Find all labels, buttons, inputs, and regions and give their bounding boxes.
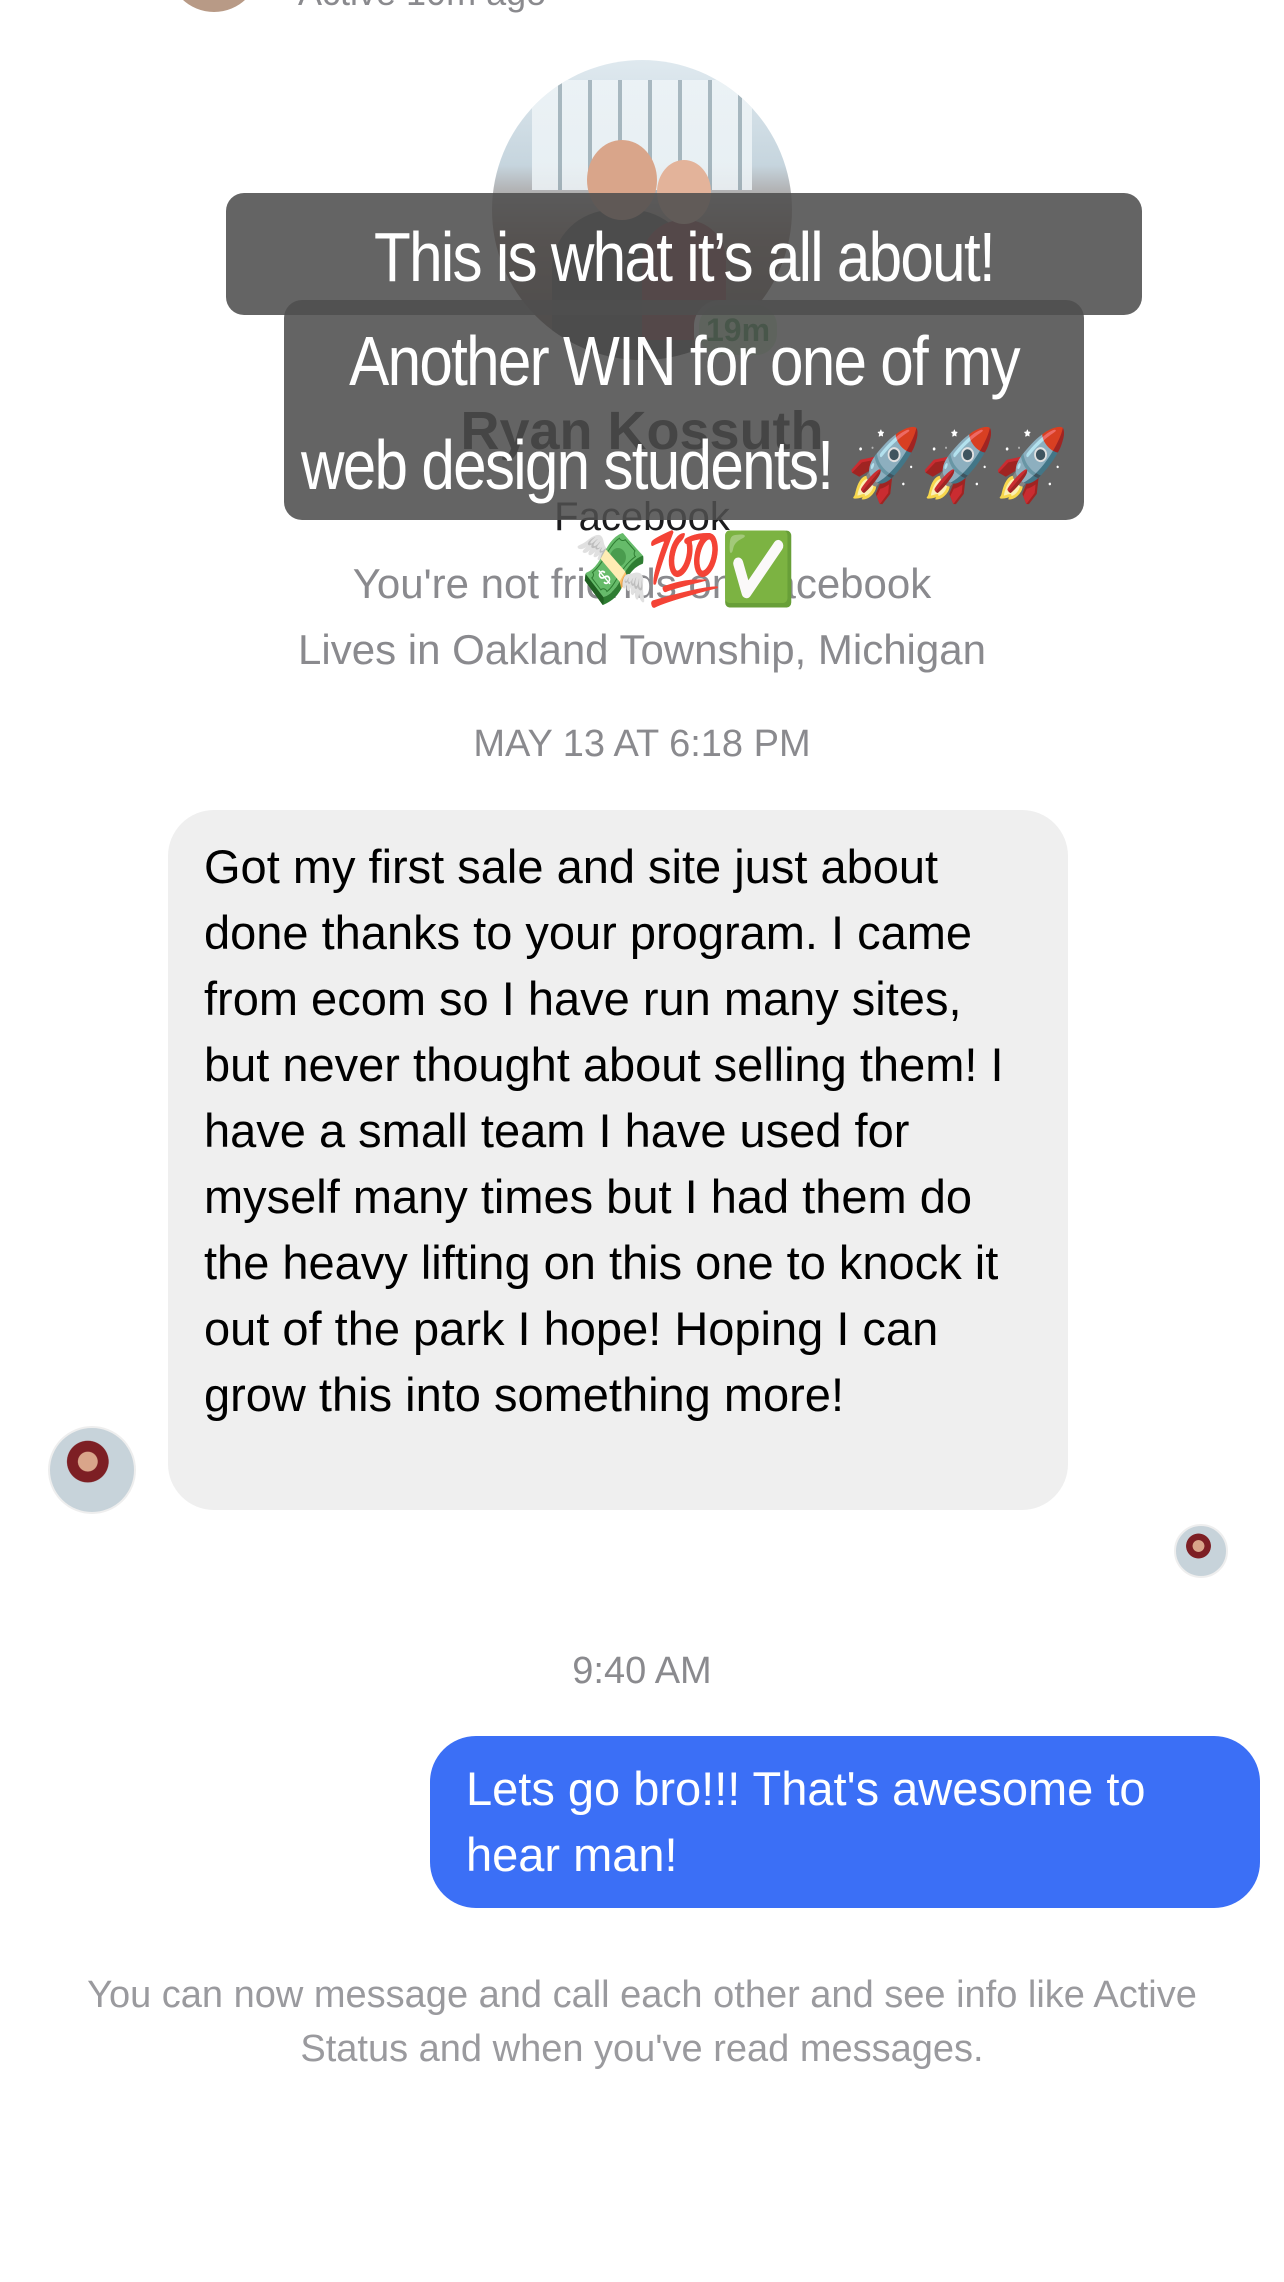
message-timestamp: 9:40 AM: [572, 1650, 712, 1692]
incoming-message-bubble[interactable]: Got my first sale and site just about do…: [168, 810, 1068, 1510]
outgoing-message-bubble[interactable]: Lets go bro!!! That's awesome to hear ma…: [430, 1736, 1260, 1908]
message-timestamp: MAY 13 AT 6:18 PM: [473, 723, 811, 765]
header-avatar[interactable]: [168, 0, 260, 12]
connection-info-note: You can now message and call each other …: [87, 1974, 1197, 2070]
profile-location: Lives in Oakland Township, Michigan: [298, 626, 986, 673]
story-caption: This is what it’s all about! Another WIN…: [301, 218, 1069, 608]
sender-avatar[interactable]: [48, 1426, 136, 1514]
seen-receipt-avatar: [1174, 1524, 1228, 1578]
header-active-status: Active 10m ago: [298, 0, 546, 14]
